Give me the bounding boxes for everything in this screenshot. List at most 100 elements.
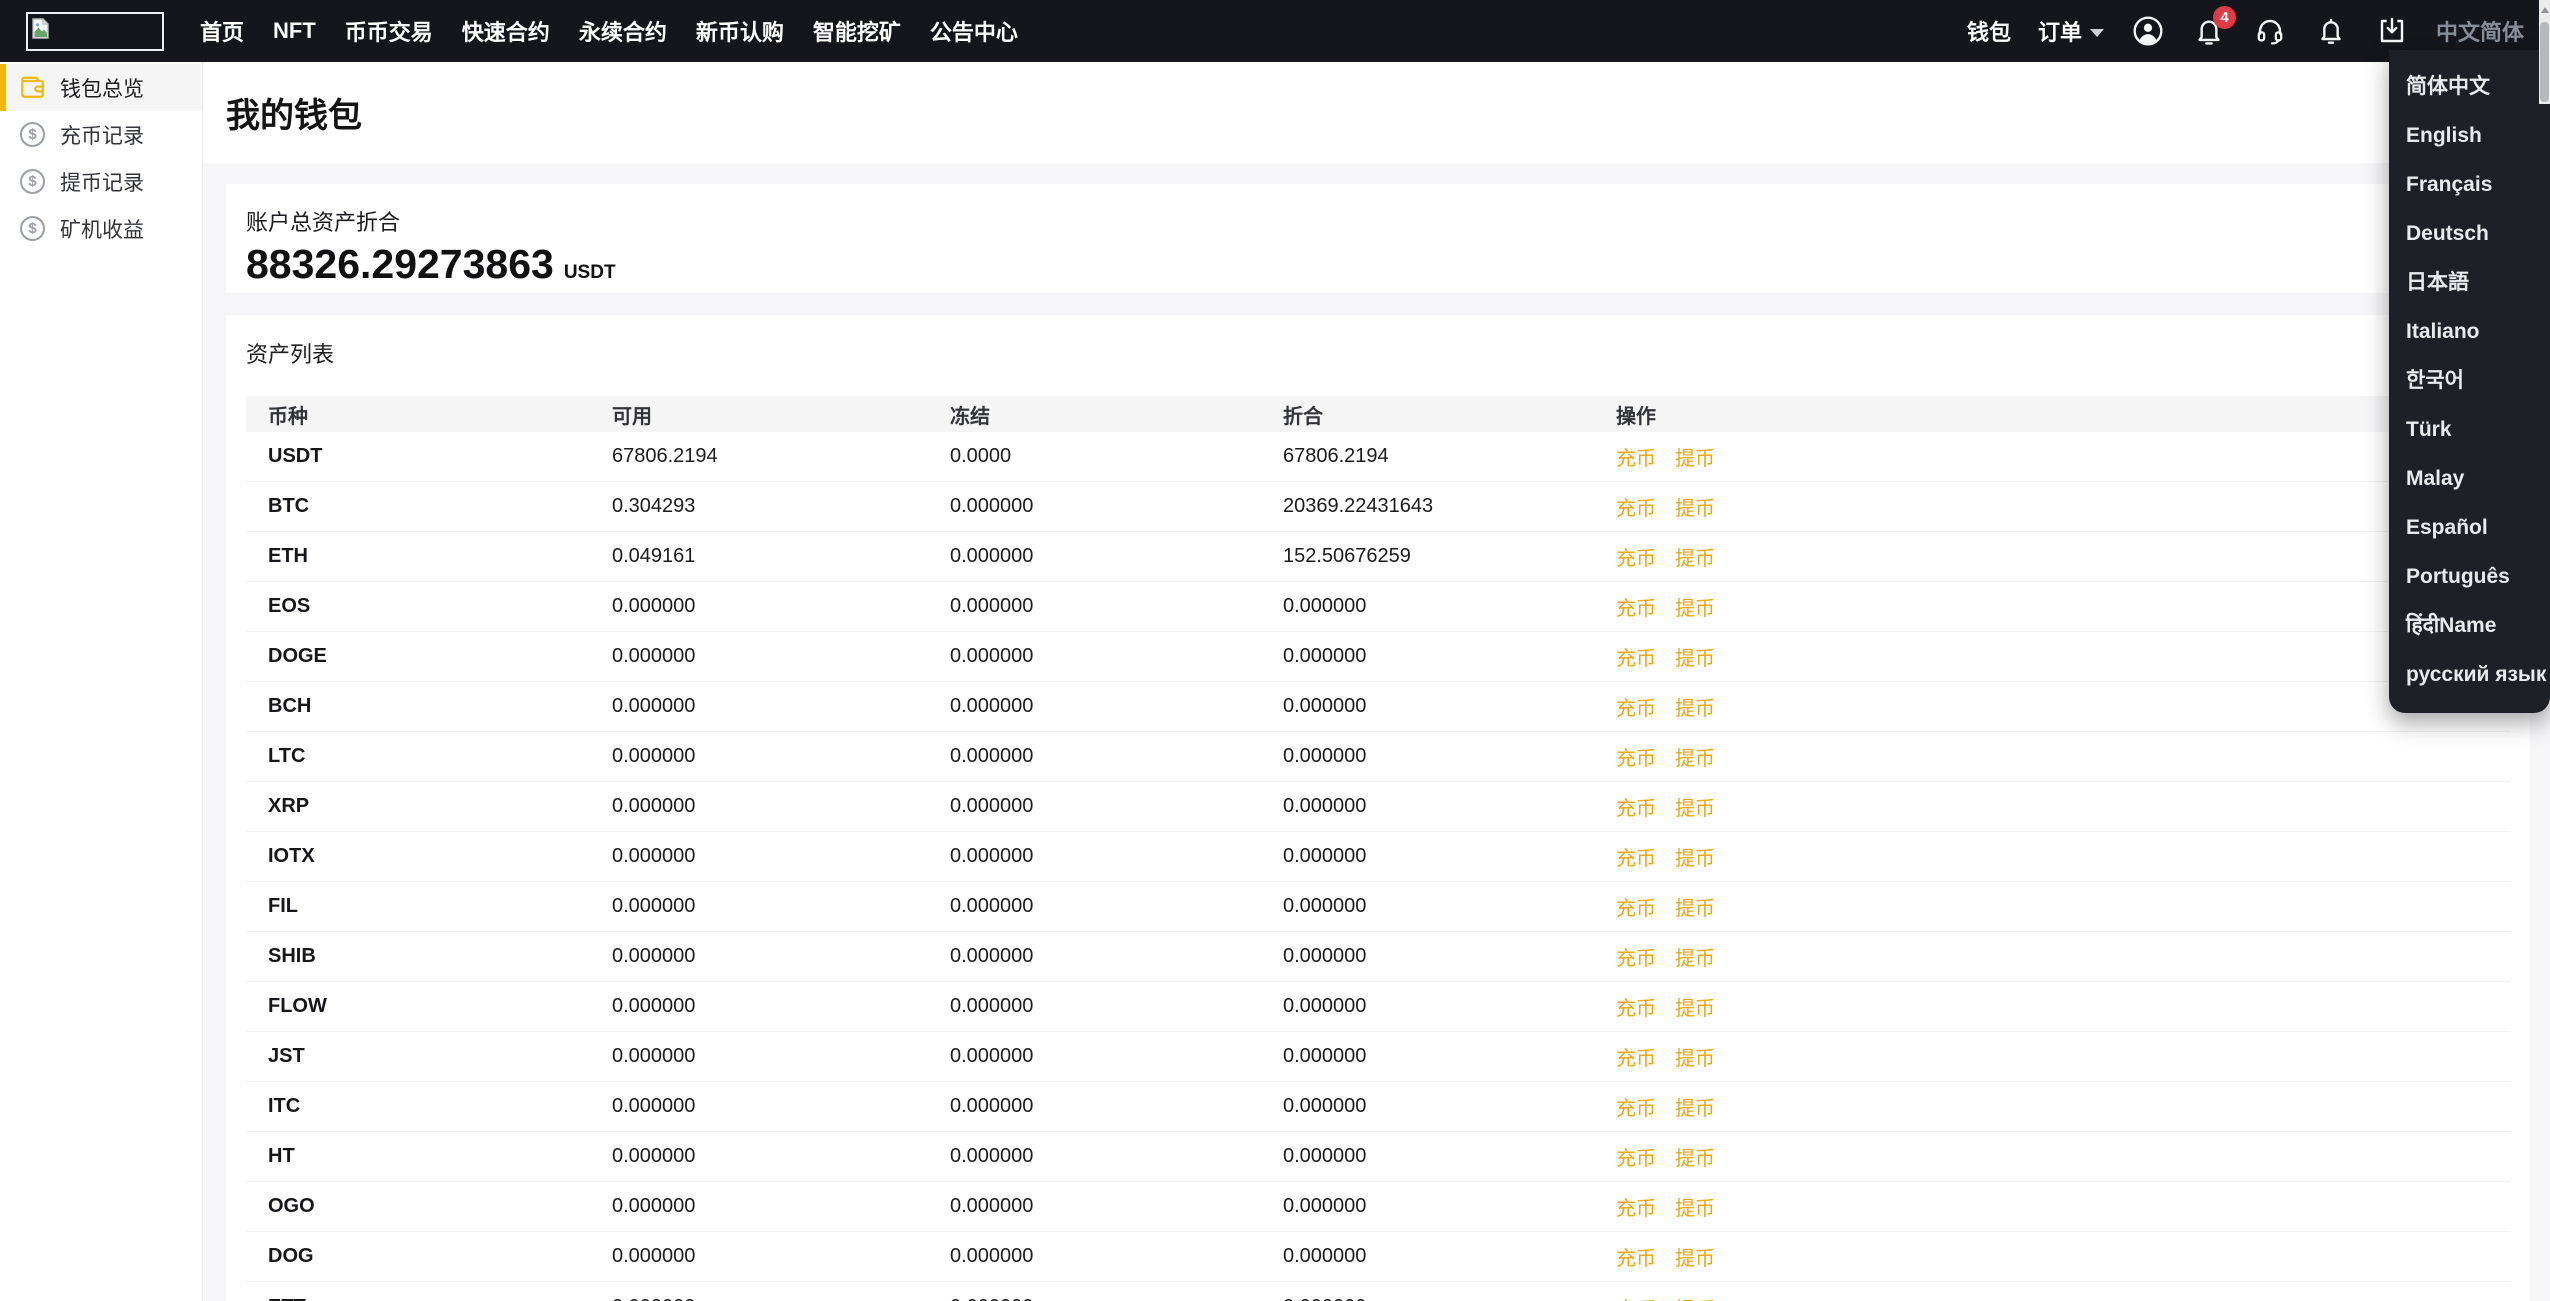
withdraw-link[interactable]: 提币	[1675, 842, 1715, 871]
language-option[interactable]: English	[2389, 111, 2550, 160]
asset-converted: 0.000000	[1283, 745, 1367, 767]
deposit-link[interactable]: 充币	[1616, 1242, 1656, 1271]
deposit-link[interactable]: 充币	[1616, 692, 1656, 721]
asset-frozen: 0.000000	[950, 545, 1034, 567]
deposit-link[interactable]: 充币	[1616, 942, 1656, 971]
notifications-button[interactable]: 4	[2192, 6, 2236, 48]
withdraw-link[interactable]: 提币	[1675, 592, 1715, 621]
deposit-link[interactable]: 充币	[1616, 492, 1656, 521]
asset-frozen: 0.000000	[950, 745, 1034, 767]
support-button[interactable]	[2253, 14, 2287, 48]
nav-item[interactable]: 币币交易	[345, 15, 433, 47]
dollar-circle-icon: $	[20, 169, 45, 194]
asset-converted: 0.000000	[1283, 895, 1367, 917]
asset-frozen: 0.000000	[950, 945, 1034, 967]
withdraw-link[interactable]: 提币	[1675, 942, 1715, 971]
withdraw-link[interactable]: 提币	[1675, 492, 1715, 521]
language-option[interactable]: 日本語	[2389, 258, 2550, 307]
withdraw-link[interactable]: 提币	[1675, 1242, 1715, 1271]
withdraw-link[interactable]: 提币	[1675, 1142, 1715, 1171]
deposit-link[interactable]: 充币	[1616, 842, 1656, 871]
balance-card: 账户总资产折合 88326.29273863 USDT	[226, 184, 2530, 293]
withdraw-link[interactable]: 提币	[1675, 1092, 1715, 1121]
wallet-link[interactable]: 钱包	[1967, 15, 2011, 47]
withdraw-link[interactable]: 提币	[1675, 692, 1715, 721]
language-option[interactable]: Español	[2389, 503, 2550, 552]
sidebar-item-label: 提币记录	[60, 171, 144, 195]
announcements-button[interactable]	[2314, 14, 2348, 48]
table-header: 币种 可用 冻结 折合 操作	[246, 396, 2510, 432]
nav-item[interactable]: 快速合约	[462, 15, 550, 47]
asset-available: 0.000000	[612, 945, 696, 967]
asset-converted: 0.000000	[1283, 945, 1367, 967]
withdraw-link[interactable]: 提币	[1675, 742, 1715, 771]
coin-icon: $	[19, 215, 46, 242]
language-option[interactable]: Português	[2389, 552, 2550, 601]
deposit-link[interactable]: 充币	[1616, 642, 1656, 671]
asset-converted: 0.000000	[1283, 1245, 1367, 1267]
withdraw-link[interactable]: 提币	[1675, 1192, 1715, 1221]
deposit-link[interactable]: 充币	[1616, 892, 1656, 921]
download-app-button[interactable]	[2375, 14, 2409, 48]
withdraw-link[interactable]: 提币	[1675, 792, 1715, 821]
deposit-link[interactable]: 充币	[1616, 992, 1656, 1021]
withdraw-link[interactable]: 提币	[1675, 542, 1715, 571]
asset-available: 0.000000	[612, 895, 696, 917]
nav-item[interactable]: 永续合约	[579, 15, 667, 47]
asset-available: 0.000000	[612, 795, 696, 817]
asset-actions: 充币提币	[1616, 442, 2510, 471]
orders-link[interactable]: 订单	[2038, 15, 2104, 47]
sidebar-item[interactable]: $ 矿机收益	[0, 205, 202, 252]
asset-available: 0.000000	[612, 1095, 696, 1117]
deposit-link[interactable]: 充币	[1616, 1092, 1656, 1121]
asset-frozen: 0.0000	[950, 445, 1012, 467]
deposit-link[interactable]: 充币	[1616, 592, 1656, 621]
deposit-link[interactable]: 充币	[1616, 442, 1656, 471]
table-row: HT 0.000000 0.000000 0.000000 充币 提币	[246, 1132, 2510, 1182]
nav-item[interactable]: 首页	[200, 15, 244, 47]
column-header: 操作	[1616, 405, 1656, 428]
withdraw-link[interactable]: 提币	[1675, 442, 1715, 471]
language-option[interactable]: русский язык	[2389, 650, 2550, 699]
language-option[interactable]: Deutsch	[2389, 209, 2550, 258]
asset-ticker: DOGE	[268, 645, 327, 667]
page-header: 我的钱包	[203, 62, 2550, 163]
deposit-link[interactable]: 充币	[1616, 1293, 1656, 1301]
language-option[interactable]: हिंदीName	[2389, 601, 2550, 650]
withdraw-link[interactable]: 提币	[1675, 642, 1715, 671]
language-option[interactable]: Türk	[2389, 405, 2550, 454]
scrollbar-thumb[interactable]	[2540, 22, 2549, 102]
asset-available: 0.000000	[612, 845, 696, 867]
column-header: 折合	[1283, 405, 1323, 428]
deposit-link[interactable]: 充币	[1616, 1142, 1656, 1171]
nav-item[interactable]: 公告中心	[930, 15, 1018, 47]
deposit-link[interactable]: 充币	[1616, 742, 1656, 771]
account-button[interactable]	[2131, 14, 2165, 48]
language-option[interactable]: 한국어	[2389, 356, 2550, 405]
sidebar-item[interactable]: $ 充币记录	[0, 111, 202, 158]
asset-actions: 充币提币	[1616, 492, 2510, 521]
deposit-link[interactable]: 充币	[1616, 1042, 1656, 1071]
asset-actions: 充币提币	[1616, 642, 2510, 671]
column-header: 币种	[268, 405, 308, 428]
language-option[interactable]: Français	[2389, 160, 2550, 209]
withdraw-link[interactable]: 提币	[1675, 1042, 1715, 1071]
logo-broken-image[interactable]	[26, 11, 164, 51]
withdraw-link[interactable]: 提币	[1675, 1293, 1715, 1301]
asset-converted: 0.000000	[1283, 1296, 1616, 1301]
withdraw-link[interactable]: 提币	[1675, 892, 1715, 921]
deposit-link[interactable]: 充币	[1616, 792, 1656, 821]
sidebar-item[interactable]: $ 提币记录	[0, 158, 202, 205]
withdraw-link[interactable]: 提币	[1675, 992, 1715, 1021]
scrollbar[interactable]	[2539, 0, 2550, 104]
sidebar-item[interactable]: 钱包总览	[0, 64, 202, 111]
language-option[interactable]: Malay	[2389, 454, 2550, 503]
language-selector[interactable]: 中文简体	[2436, 15, 2524, 47]
deposit-link[interactable]: 充币	[1616, 542, 1656, 571]
language-option[interactable]: Italiano	[2389, 307, 2550, 356]
language-option[interactable]: 简体中文	[2389, 62, 2550, 111]
nav-item[interactable]: 智能挖矿	[813, 15, 901, 47]
nav-item[interactable]: NFT	[273, 18, 316, 44]
nav-item[interactable]: 新币认购	[696, 15, 784, 47]
deposit-link[interactable]: 充币	[1616, 1192, 1656, 1221]
